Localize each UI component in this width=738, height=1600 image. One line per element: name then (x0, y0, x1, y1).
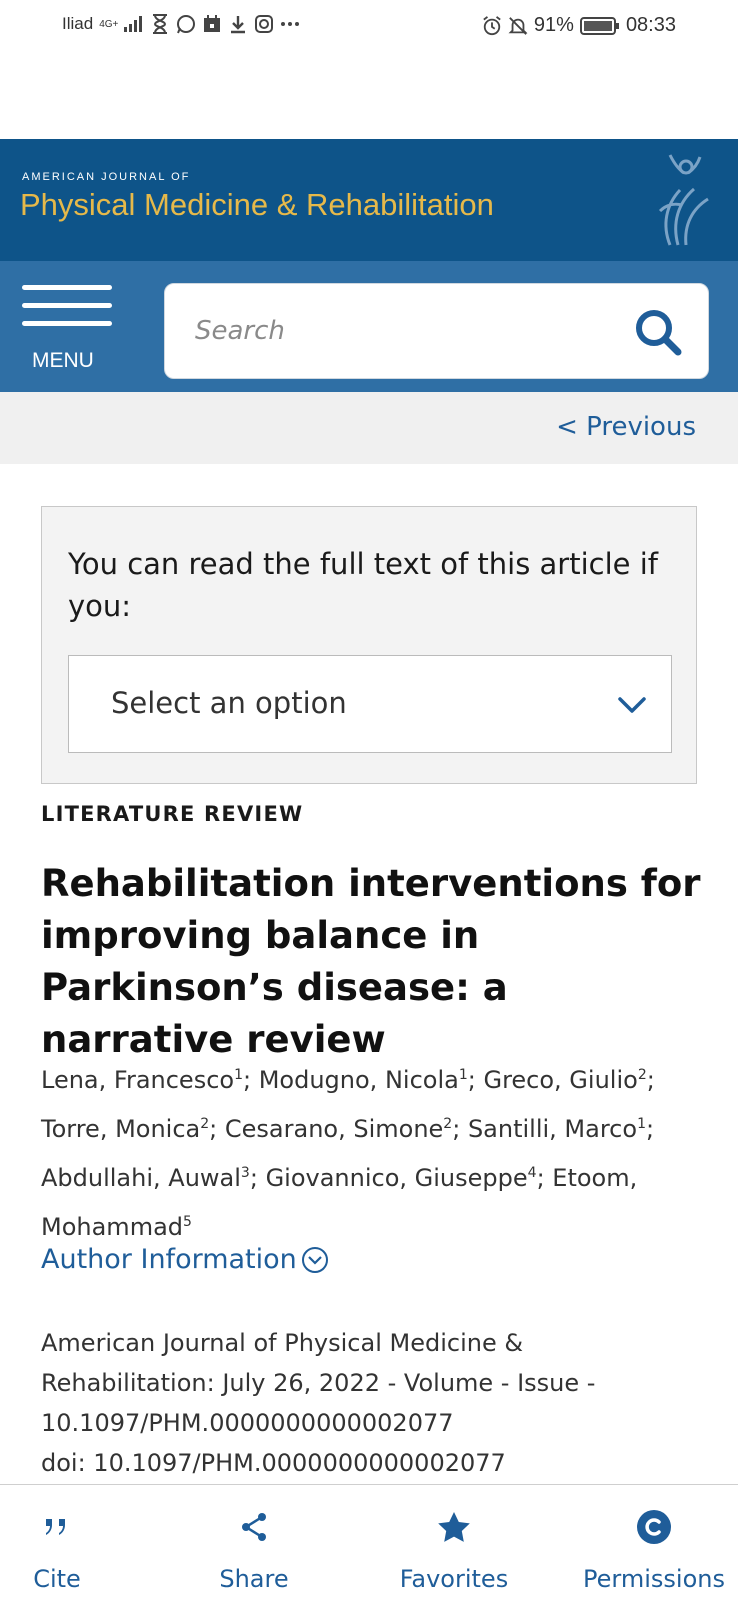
citation-line: American Journal of Physical Medicine & (41, 1329, 524, 1357)
author[interactable]: Cesarano, Simone2 (225, 1115, 452, 1143)
share-label: Share (219, 1565, 289, 1593)
mute-bell-icon (508, 16, 528, 36)
article-type: LITERATURE REVIEW (41, 802, 304, 826)
citation-line: Rehabilitation: July 26, 2022 - Volume -… (41, 1369, 596, 1397)
access-option-select[interactable]: Select an option (68, 655, 672, 753)
download-icon (228, 14, 248, 34)
share-icon (236, 1509, 272, 1545)
search-input[interactable] (195, 309, 615, 353)
favorites-label: Favorites (399, 1565, 509, 1593)
author[interactable]: Abdullahi, Auwal3 (41, 1164, 250, 1192)
battery-percent: 91% (533, 14, 574, 36)
battery-icon (579, 16, 620, 36)
journal-header[interactable]: AMERICAN JOURNAL OF Physical Medicine & … (0, 139, 738, 261)
access-text: You can read the full text of this artic… (68, 547, 658, 623)
author[interactable]: Torre, Monica2 (41, 1115, 209, 1143)
author-list: Lena, Francesco1; Modugno, Nicola1; Grec… (41, 1066, 655, 1241)
status-bar: Iliad 4G+ 91% 08:33 (0, 0, 738, 56)
author[interactable]: Giovannico, Giuseppe4 (266, 1164, 537, 1192)
journal-logo-icon (658, 154, 709, 246)
citation-block: American Journal of Physical Medicine & … (41, 1323, 701, 1483)
copyright-icon (636, 1509, 672, 1545)
network-type: 4G+ (99, 18, 119, 30)
doi-line: doi: 10.1097/PHM.0000000000002077 (41, 1449, 506, 1477)
journal-title: Physical Medicine & Rehabilitation (20, 187, 494, 222)
permissions-button[interactable]: Permissions (580, 1485, 728, 1600)
more-dots-icon (280, 14, 300, 34)
citation-line: 10.1097/PHM.0000000000002077 (41, 1409, 454, 1437)
chevron-down-icon (618, 697, 646, 713)
instagram-icon (254, 14, 274, 34)
author-information-label: Author Information (41, 1244, 297, 1275)
star-icon (436, 1509, 472, 1545)
nav-bar: MENU (0, 261, 738, 392)
author[interactable]: Greco, Giulio2 (483, 1066, 646, 1094)
author[interactable]: Santilli, Marco1 (468, 1115, 646, 1143)
hamburger-line (22, 303, 112, 308)
clock: 08:33 (625, 14, 676, 36)
menu-label: MENU (32, 349, 94, 372)
previous-strip: < Previous (0, 392, 738, 464)
search-box[interactable] (164, 283, 709, 379)
quote-icon (39, 1509, 75, 1545)
search-icon[interactable] (632, 306, 684, 358)
select-value: Select an option (111, 686, 347, 720)
access-box: You can read the full text of this artic… (41, 506, 697, 784)
hourglass-icon (150, 14, 170, 34)
menu-button[interactable]: MENU (20, 285, 112, 375)
whatsapp-icon (176, 14, 196, 34)
alarm-icon (482, 15, 502, 36)
hamburger-icon (22, 285, 112, 290)
carrier-label: Iliad (62, 14, 94, 33)
calendar-icon (202, 14, 222, 34)
permissions-label: Permissions (583, 1565, 725, 1593)
cite-label: Cite (33, 1565, 81, 1593)
author-information-toggle[interactable]: Author Information (41, 1244, 329, 1275)
bottom-toolbar: Cite Share Favorites Permissions (0, 1484, 738, 1600)
signal-icon (124, 14, 144, 34)
author[interactable]: Modugno, Nicola1 (259, 1066, 468, 1094)
circle-chevron-down-icon (301, 1246, 328, 1273)
cite-button[interactable]: Cite (14, 1485, 100, 1600)
hamburger-line (22, 321, 112, 326)
previous-link[interactable]: < Previous (556, 412, 696, 442)
share-button[interactable]: Share (208, 1485, 300, 1600)
author[interactable]: Lena, Francesco1 (41, 1066, 243, 1094)
journal-small-title: AMERICAN JOURNAL OF (22, 171, 191, 183)
article-title: Rehabilitation interventions for improvi… (41, 862, 701, 1061)
status-bar-left: Iliad 4G+ (62, 14, 300, 34)
favorites-button[interactable]: Favorites (392, 1485, 516, 1600)
status-bar-right: 91% 08:33 (482, 14, 676, 37)
